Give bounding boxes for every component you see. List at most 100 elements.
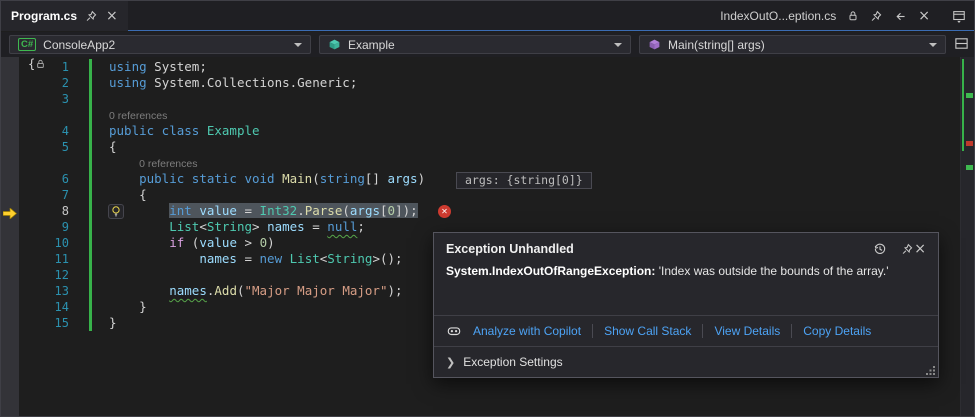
codelens-row[interactable]: 0 references <box>1 155 960 171</box>
code-token: 0 <box>260 235 268 250</box>
code-text: { <box>75 187 147 203</box>
code-token: . <box>297 203 305 218</box>
exception-settings-expander[interactable]: ❯ Exception Settings <box>434 347 938 377</box>
split-window-icon[interactable] <box>954 36 969 51</box>
code-token: ]); <box>395 203 418 218</box>
args-datatip[interactable]: args: {string[0]} <box>456 172 592 189</box>
code-token <box>109 251 199 266</box>
code-token: new <box>260 251 283 266</box>
code-token: Parse <box>305 203 343 218</box>
vs-window: { "tab_bar": { "active_tab": "Program.cs… <box>0 0 975 417</box>
line-number: 10 <box>19 235 75 251</box>
code-token: value <box>199 235 237 250</box>
code-line[interactable]: 7 { <box>1 187 960 203</box>
code-line[interactable]: 4public class Example <box>1 123 960 139</box>
type-dropdown[interactable]: Example <box>319 35 631 54</box>
code-token: Add <box>214 283 237 298</box>
code-token: using <box>109 75 147 90</box>
code-line[interactable]: 8 int value = Int32.Parse(args[0]); <box>1 203 960 219</box>
code-token: < <box>199 219 207 234</box>
code-text: List<String> names = null; <box>75 219 365 235</box>
line-number <box>19 155 75 171</box>
codelens-references[interactable]: 0 references <box>109 110 167 122</box>
code-token: List <box>169 219 199 234</box>
code-token: names <box>169 283 207 298</box>
code-token: public static void <box>139 171 274 186</box>
back-arrow-icon[interactable] <box>894 10 907 23</box>
code-line[interactable]: 3 <box>1 91 960 107</box>
code-token: [] <box>365 171 388 186</box>
line-number: 2 <box>19 75 75 91</box>
analyze-with-copilot-button[interactable]: Analyze with Copilot <box>473 324 581 338</box>
member-name: Main(string[] args) <box>668 38 765 52</box>
project-dropdown[interactable]: C# ConsoleApp2 <box>9 35 311 54</box>
code-token <box>282 251 290 266</box>
line-number: 3 <box>19 91 75 107</box>
code-token: names <box>199 251 237 266</box>
code-token: } <box>109 299 147 314</box>
tab-program-cs[interactable]: Program.cs × <box>1 1 128 31</box>
divider <box>791 324 792 338</box>
codelens-references[interactable]: 0 references <box>139 158 197 170</box>
divider <box>702 324 703 338</box>
line-number: 11 <box>19 251 75 267</box>
code-token: ; <box>357 219 365 234</box>
current-statement-arrow-icon <box>3 206 17 224</box>
close-icon[interactable]: × <box>914 242 926 256</box>
pin-icon[interactable] <box>870 10 883 23</box>
codelens-row[interactable]: 0 references <box>1 107 960 123</box>
line-number: 15 <box>19 315 75 331</box>
code-token: ) <box>267 235 275 250</box>
code-token: ( <box>184 235 199 250</box>
code-text: names = new List<String>(); <box>75 251 403 267</box>
exception-popup: Exception Unhandled × System.IndexOutOfR… <box>433 232 939 378</box>
show-call-stack-button[interactable]: Show Call Stack <box>604 324 691 338</box>
code-token <box>109 283 169 298</box>
document-list-icon[interactable] <box>952 9 966 23</box>
code-line[interactable]: 2 using System.Collections.Generic; <box>1 75 960 91</box>
scrollbar-annotation-mark <box>966 93 973 98</box>
code-text: 0 references <box>75 155 197 171</box>
line-number: 14 <box>19 299 75 315</box>
quick-actions-lightbulb-icon[interactable] <box>108 204 124 219</box>
line-number <box>19 107 75 123</box>
tab-preview[interactable]: IndexOutO...eption.cs × <box>720 1 930 31</box>
pin-icon[interactable] <box>901 243 914 256</box>
method-icon <box>648 38 661 51</box>
code-token: public class <box>109 123 199 138</box>
code-text: int value = Int32.Parse(args[0]); <box>75 203 418 219</box>
code-token: System; <box>147 59 207 74</box>
chevron-down-icon <box>294 43 302 47</box>
pin-icon[interactable] <box>85 10 98 23</box>
member-dropdown[interactable]: Main(string[] args) <box>639 35 946 54</box>
code-token: int <box>169 203 192 218</box>
code-line[interactable]: 5{ <box>1 139 960 155</box>
code-token: ( <box>237 283 245 298</box>
line-number: 8 <box>19 203 75 219</box>
code-token: { <box>109 139 117 154</box>
code-token: ( <box>342 203 350 218</box>
copy-details-button[interactable]: Copy Details <box>803 324 871 338</box>
vertical-scrollbar[interactable] <box>960 57 974 416</box>
code-text: if (value > 0) <box>75 235 275 251</box>
type-name: Example <box>348 38 395 52</box>
resize-grip[interactable] <box>925 364 936 375</box>
close-icon[interactable]: × <box>918 9 930 23</box>
code-token: null <box>327 219 357 234</box>
code-token: System.Collections.Generic; <box>147 75 358 90</box>
code-line[interactable]: 1using System; <box>1 59 960 75</box>
view-details-button[interactable]: View Details <box>714 324 780 338</box>
history-icon[interactable] <box>873 242 887 256</box>
exception-error-icon[interactable]: ✕ <box>438 205 451 218</box>
code-token: = <box>305 219 328 234</box>
line-number: 7 <box>19 187 75 203</box>
close-icon[interactable]: × <box>106 9 118 23</box>
code-token <box>275 171 283 186</box>
chevron-down-icon <box>614 43 622 47</box>
code-text: public class Example <box>75 123 260 139</box>
code-token: using <box>109 59 147 74</box>
current-statement-highlight: int value = Int32.Parse(args[0]); <box>169 203 417 218</box>
class-icon <box>328 38 341 51</box>
code-token: > <box>237 235 260 250</box>
code-token: } <box>109 315 117 330</box>
